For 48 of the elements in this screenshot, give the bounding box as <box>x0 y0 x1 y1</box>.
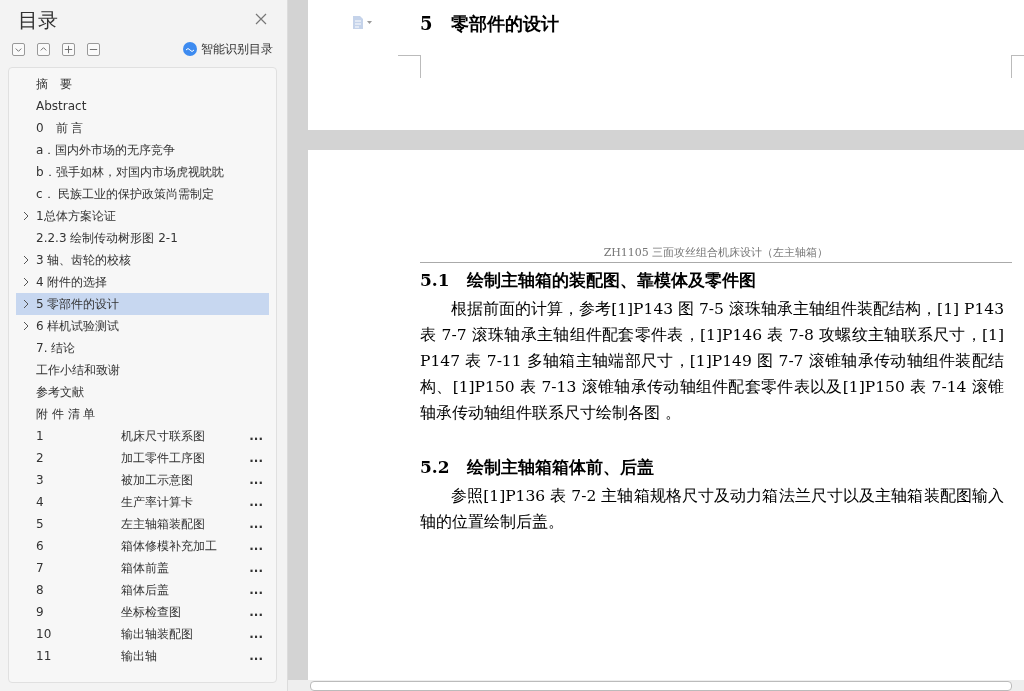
outline-item[interactable]: 2 加工零件工序图 ... <box>16 447 269 469</box>
outline-item[interactable]: 6 箱体修模补充加工 ... <box>16 535 269 557</box>
body-paragraph: 根据前面的计算，参考[1]P143 图 7-5 滚珠轴承主轴组件装配结构，[1] P143 表 7-7 滚珠轴承主轴组件配套零件表，[1]P146 表 7-8 攻螺纹主轴联系尺寸，[1] P147 表 7-11 多轴箱主轴端部尺寸，[1]P149 图 7-7 滚锥轴承传动轴组件装配结构、[1]P150 表 7-13 滚锥轴承传动轴组件配套零件表以及[1]P150 表 7-14 滚锥轴承传动轴组件联系尺寸绘制各图 。 <box>420 299 1004 424</box>
outline-item[interactable]: a．国内外市场的无序竞争 <box>16 139 269 161</box>
page-header: ZH1105 三面攻丝组合机床设计（左主轴箱） <box>420 245 1012 263</box>
outline-item[interactable]: 5 零部件的设计 <box>16 293 269 315</box>
outline-item[interactable]: 1 机床尺寸联系图 ... <box>16 425 269 447</box>
outline-item[interactable]: 0 前 言 <box>16 117 269 139</box>
panel-title: 目录 <box>18 6 58 34</box>
smart-toc-button[interactable]: 智能识别目录 <box>183 40 273 58</box>
margin-mark <box>398 55 421 78</box>
horizontal-scrollbar[interactable] <box>288 680 1024 691</box>
collapse-up-button[interactable] <box>37 42 50 56</box>
outline-item[interactable]: 工作小结和致谢 <box>16 359 269 381</box>
expand-all-button[interactable] <box>62 42 75 56</box>
chevron-icon[interactable] <box>23 277 29 287</box>
expand-down-button[interactable] <box>12 42 25 56</box>
section-heading: 5.2 绘制主轴箱箱体前、后盖 <box>420 456 655 479</box>
chapter-heading: 5 零部件的设计 <box>420 12 559 36</box>
chevron-icon[interactable] <box>23 211 29 221</box>
outline-item[interactable]: 3 被加工示意图 ... <box>16 469 269 491</box>
outline-item[interactable]: 11 输出轴 ... <box>16 645 269 667</box>
plus-icon <box>63 43 74 55</box>
outline-item[interactable]: b．强手如林，对国内市场虎视眈眈 <box>16 161 269 183</box>
outline-item[interactable]: 3 轴、齿轮的校核 <box>16 249 269 271</box>
body-paragraph: 参照[1]P136 表 7-2 主轴箱规格尺寸及动力箱法兰尺寸以及主轴箱装配图输入轴的位置绘制后盖。 <box>420 486 1004 533</box>
wave-icon <box>183 42 197 56</box>
outline-item[interactable]: 5 左主轴箱装配图 ... <box>16 513 269 535</box>
outline-item[interactable]: 7. 结论 <box>16 337 269 359</box>
outline-item[interactable]: 7 箱体前盖 ... <box>16 557 269 579</box>
outline-item[interactable]: 4 生产率计算卡 ... <box>16 491 269 513</box>
outline-item[interactable]: c． 民族工业的保护政策尚需制定 <box>16 183 269 205</box>
outline-item[interactable]: 9 坐标检查图 ... <box>16 601 269 623</box>
chevron-icon[interactable] <box>23 299 29 309</box>
section-heading: 5.1 绘制主轴箱的装配图、靠模体及零件图 <box>420 269 757 292</box>
outline-item[interactable]: 1总体方案论证 <box>16 205 269 227</box>
outline-item[interactable]: 参考文献 <box>16 381 269 403</box>
outline-item[interactable]: 8 箱体后盖 ... <box>16 579 269 601</box>
collapse-all-button[interactable] <box>87 42 100 56</box>
chevron-icon[interactable] <box>23 255 29 265</box>
outline-item[interactable]: 4 附件的选择 <box>16 271 269 293</box>
outline-item[interactable]: 摘 要 <box>16 73 269 95</box>
chevron-icon[interactable] <box>23 321 29 331</box>
outline-item[interactable]: 附 件 清 单 <box>16 403 269 425</box>
outline-item[interactable]: 10 输出轴装配图 ... <box>16 623 269 645</box>
outline-item[interactable]: 6 样机试验测试 <box>16 315 269 337</box>
outline-item[interactable]: 2.2.3 绘制传动树形图 2-1 <box>16 227 269 249</box>
outline-item[interactable]: Abstract <box>16 95 269 117</box>
